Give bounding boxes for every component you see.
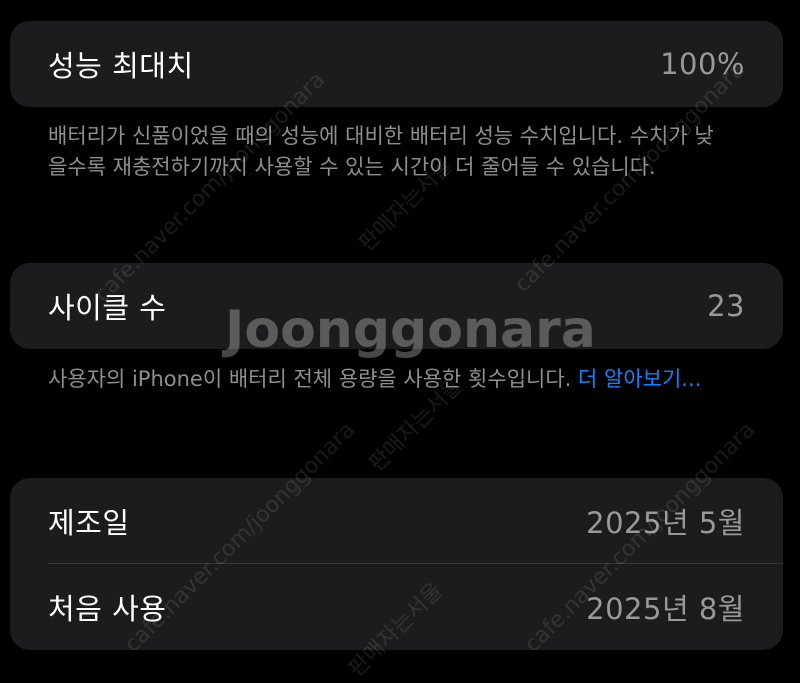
first-use-row: 처음 사용 2025년 8월	[10, 564, 783, 650]
peak-performance-description: 배터리가 신품이었을 때의 성능에 대비한 배터리 성능 수치입니다. 수치가 …	[48, 124, 714, 179]
cycle-count-row: 사이클 수 23	[10, 263, 783, 349]
peak-performance-row: 성능 최대치 100%	[10, 21, 783, 107]
manufacture-date-value: 2025년 5월	[586, 506, 745, 540]
manufacture-date-label: 제조일	[48, 506, 130, 540]
cycle-count-description-block: 사용자의 iPhone이 배터리 전체 용량을 사용한 횟수입니다. 더 알아보…	[48, 364, 728, 395]
cycle-count-value: 23	[707, 289, 745, 323]
peak-performance-label: 성능 최대치	[48, 49, 194, 83]
peak-performance-card: 성능 최대치 100%	[10, 21, 783, 107]
manufacture-date-row: 제조일 2025년 5월	[10, 478, 783, 564]
peak-performance-value: 100%	[660, 47, 745, 81]
battery-dates-card: 제조일 2025년 5월 처음 사용 2025년 8월	[10, 478, 783, 650]
cycle-count-label: 사이클 수	[48, 291, 167, 325]
learn-more-link[interactable]: 더 알아보기...	[578, 367, 701, 391]
first-use-value: 2025년 8월	[586, 592, 745, 626]
first-use-label: 처음 사용	[48, 592, 167, 626]
cycle-count-card: 사이클 수 23	[10, 263, 783, 349]
cycle-count-description: 사용자의 iPhone이 배터리 전체 용량을 사용한 횟수입니다.	[48, 367, 579, 391]
